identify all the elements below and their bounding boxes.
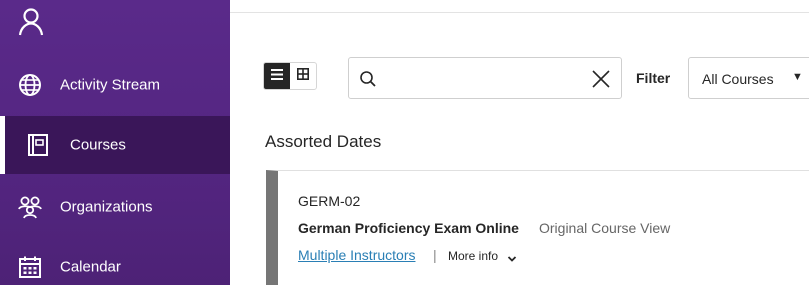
view-toggle: [263, 62, 317, 90]
course-card[interactable]: GERM-02 German Proficiency Exam Online O…: [266, 170, 809, 285]
course-name[interactable]: German Proficiency Exam Online: [298, 220, 519, 236]
search-icon: [359, 70, 377, 88]
course-view-type: Original Course View: [539, 220, 671, 236]
sidebar: Activity Stream Courses Organizations Ca…: [0, 0, 230, 285]
sidebar-item-label: Calendar: [60, 258, 121, 276]
filter-dropdown[interactable]: All Courses ▼: [688, 57, 809, 99]
list-view-button[interactable]: [264, 63, 290, 89]
more-info-button[interactable]: More info: [448, 249, 498, 263]
sidebar-item-label: Courses: [70, 136, 126, 154]
sidebar-item-label: Activity Stream: [60, 76, 161, 94]
separator: |: [433, 247, 437, 263]
search-input[interactable]: [387, 66, 577, 90]
main-content: Filter All Courses ▼ Assorted Dates GERM…: [230, 0, 809, 285]
clear-search-button[interactable]: [591, 69, 611, 89]
chevron-down-icon: [507, 251, 517, 262]
course-book-icon: [25, 132, 51, 158]
sidebar-item-organizations[interactable]: Organizations: [0, 178, 230, 236]
filter-selected-value: All Courses: [702, 71, 774, 87]
list-view-icon: [271, 67, 283, 85]
sidebar-item-label: Organizations: [60, 198, 153, 216]
organizations-icon: [17, 194, 43, 220]
user-icon[interactable]: [18, 8, 44, 36]
sidebar-item-activity-stream[interactable]: Activity Stream: [0, 56, 230, 114]
close-icon: [592, 70, 610, 88]
filter-label: Filter: [636, 70, 671, 86]
instructors-link[interactable]: Multiple Instructors: [298, 247, 415, 263]
sidebar-item-calendar[interactable]: Calendar: [0, 238, 230, 285]
caret-down-icon: ▼: [792, 71, 803, 83]
calendar-icon: [17, 254, 43, 280]
grid-view-icon: [297, 67, 309, 85]
divider: [230, 12, 809, 13]
grid-view-button[interactable]: [290, 63, 316, 89]
course-code: GERM-02: [298, 193, 361, 209]
section-heading: Assorted Dates: [265, 132, 382, 151]
search-box: [348, 57, 622, 99]
globe-icon: [17, 72, 43, 98]
sidebar-item-courses[interactable]: Courses: [0, 116, 230, 174]
